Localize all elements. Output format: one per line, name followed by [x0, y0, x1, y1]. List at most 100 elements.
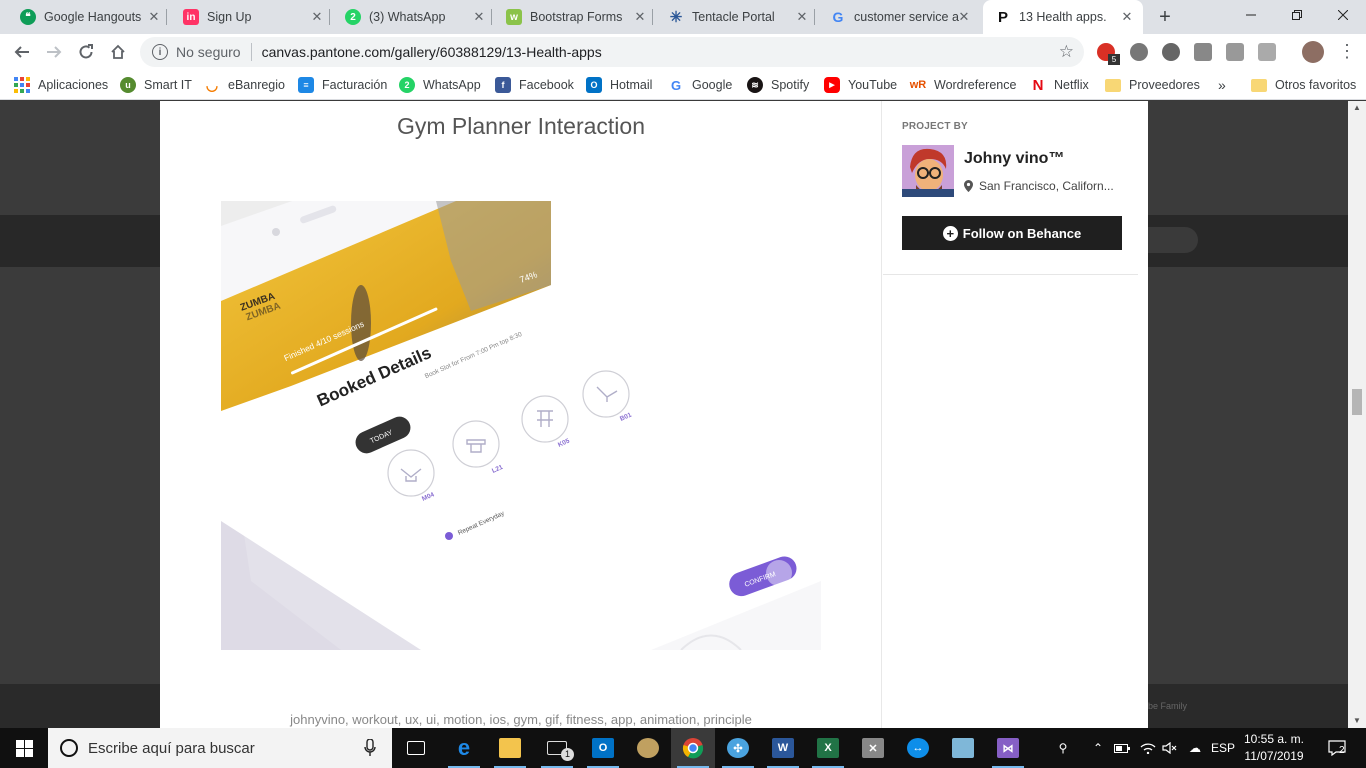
tab-google-hangouts[interactable]: ❝ Google Hangouts ✕	[0, 0, 167, 34]
scroll-up-arrow-icon[interactable]: ▲	[1348, 101, 1366, 115]
bookmark-smart-it[interactable]: u Smart IT	[120, 76, 192, 94]
bookmark-proveedores[interactable]: Proveedores	[1105, 76, 1200, 94]
mail-badge: 1	[561, 748, 574, 761]
owner-name[interactable]: Johny vino™	[964, 150, 1064, 168]
wifi-icon[interactable]	[1138, 728, 1158, 768]
excel-icon: X	[817, 738, 839, 758]
tab-sign-up[interactable]: in Sign Up ✕	[163, 0, 330, 34]
taskbar-file-explorer[interactable]	[488, 728, 532, 768]
taskbar-app[interactable]: ✣	[716, 728, 760, 768]
home-icon	[111, 44, 125, 59]
reload-button[interactable]	[74, 40, 98, 64]
taskbar-outlook[interactable]: O	[581, 728, 625, 768]
extension-icon[interactable]	[1130, 43, 1148, 61]
taskbar-visual-studio[interactable]: ⋈	[986, 728, 1030, 768]
tab-bootstrap-forms[interactable]: w Bootstrap Forms ✕	[486, 0, 653, 34]
taskbar-tools[interactable]: ✕	[851, 728, 895, 768]
location-text: San Francisco, Californ...	[979, 179, 1114, 193]
outlook-icon: O	[592, 738, 614, 758]
close-tab-icon[interactable]: ✕	[1119, 9, 1135, 25]
new-tab-button[interactable]: +	[1155, 6, 1175, 28]
extension-icon[interactable]	[1226, 43, 1244, 61]
bookmark-whatsapp[interactable]: 2 WhatsApp	[399, 76, 481, 94]
project-tags[interactable]: johnyvino, workout, ux, ui, motion, ios,…	[160, 712, 882, 727]
taskbar-mail[interactable]: 1	[535, 728, 579, 768]
follow-on-behance-button[interactable]: + Follow on Behance	[902, 216, 1122, 250]
people-icon[interactable]: ⚲	[1052, 728, 1074, 768]
bookmark-label: Proveedores	[1129, 78, 1200, 92]
taskbar-excel[interactable]: X	[806, 728, 850, 768]
project-by-label: PROJECT BY	[902, 121, 968, 132]
address-bar[interactable]: i No seguro canvas.pantone.com/gallery/6…	[140, 37, 1084, 67]
language-indicator[interactable]: ESP	[1210, 728, 1236, 768]
bookmark-label: Otros favoritos	[1275, 78, 1357, 92]
info-icon[interactable]: i	[152, 44, 168, 60]
extension-icon[interactable]	[1194, 43, 1212, 61]
back-button[interactable]	[10, 40, 34, 64]
close-tab-icon[interactable]: ✕	[471, 9, 487, 25]
system-clock[interactable]: 10:55 a. m. 11/07/2019	[1240, 731, 1308, 765]
start-button[interactable]	[0, 728, 48, 768]
bookmark-wordreference[interactable]: wR Wordreference	[910, 76, 1017, 94]
other-bookmarks[interactable]: Otros favoritos	[1251, 76, 1356, 94]
battery-icon[interactable]	[1112, 728, 1132, 768]
tab-tentacle-portal[interactable]: ✳ Tentacle Portal ✕	[648, 0, 815, 34]
bookmark-aplicaciones[interactable]: Aplicaciones	[14, 76, 108, 94]
extension-icon[interactable]	[1258, 43, 1276, 61]
bookmark-hotmail[interactable]: O Hotmail	[586, 76, 652, 94]
action-center-button[interactable]: 2	[1322, 728, 1352, 768]
forward-button[interactable]	[42, 40, 66, 64]
taskbar-search[interactable]: Escribe aquí para buscar	[48, 728, 392, 768]
tab-customer-service[interactable]: G customer service a ✕	[810, 0, 976, 34]
close-window-button[interactable]	[1320, 0, 1366, 30]
profile-avatar[interactable]	[1302, 41, 1324, 63]
taskbar-word[interactable]: W	[761, 728, 805, 768]
bookmark-ebanregio[interactable]: ◡ eBanregio	[204, 76, 285, 94]
bookmark-facebook[interactable]: f Facebook	[495, 76, 574, 94]
close-tab-icon[interactable]: ✕	[956, 9, 972, 25]
task-view-button[interactable]	[394, 728, 438, 768]
scroll-down-arrow-icon[interactable]: ▼	[1348, 714, 1366, 728]
bookmark-star-icon[interactable]: ☆	[1059, 42, 1074, 62]
restore-button[interactable]	[1274, 0, 1320, 30]
tab-13-health-apps[interactable]: P 13 Health apps. ✕	[983, 0, 1143, 34]
project-title: Gym Planner Interaction	[396, 113, 645, 139]
close-tab-icon[interactable]: ✕	[794, 9, 810, 25]
tab-whatsapp[interactable]: 2 (3) WhatsApp ✕	[325, 0, 492, 34]
hangouts-icon: ❝	[20, 9, 36, 25]
close-tab-icon[interactable]: ✕	[146, 9, 162, 25]
follow-label: Follow on Behance	[962, 225, 1082, 241]
menu-icon[interactable]: ⋮	[1338, 42, 1356, 60]
browser-toolbar: i No seguro canvas.pantone.com/gallery/6…	[0, 34, 1366, 70]
taskbar-edge[interactable]: e	[442, 728, 486, 768]
file-explorer-icon	[499, 738, 521, 758]
project-content: Gym Planner Interaction ZUMBA ZUMBA 74% …	[160, 101, 882, 728]
bookmark-spotify[interactable]: ≋ Spotify	[747, 76, 809, 94]
vertical-scrollbar[interactable]: ▲ ▼	[1348, 101, 1366, 728]
bookmark-google[interactable]: G Google	[668, 76, 732, 94]
extension-icon[interactable]	[1162, 43, 1180, 61]
onedrive-icon[interactable]: ☁	[1184, 728, 1206, 768]
taskbar-paint[interactable]	[626, 728, 670, 768]
taskbar-teamviewer[interactable]: ↔	[896, 728, 940, 768]
tools-icon: ✕	[862, 738, 884, 758]
invision-icon: in	[183, 9, 199, 25]
bookmark-label: Google	[692, 78, 733, 92]
taskbar-chrome[interactable]	[671, 728, 715, 768]
scrollbar-thumb[interactable]	[1352, 389, 1362, 415]
bookmark-youtube[interactable]: ▶ YouTube	[824, 76, 897, 94]
close-tab-icon[interactable]: ✕	[309, 9, 325, 25]
url-text[interactable]: canvas.pantone.com/gallery/60388129/13-H…	[262, 44, 602, 60]
chevron-up-icon[interactable]: ⌃	[1090, 728, 1106, 768]
more-bookmarks-button[interactable]: »	[1218, 76, 1226, 94]
close-tab-icon[interactable]: ✕	[632, 9, 648, 25]
bookmark-netflix[interactable]: N Netflix	[1030, 76, 1089, 94]
owner-avatar[interactable]	[902, 145, 954, 197]
avatar-illustration	[902, 145, 954, 197]
taskbar-notes[interactable]	[941, 728, 985, 768]
app-icon: ✣	[727, 738, 749, 758]
bookmark-facturacion[interactable]: ≡ Facturación	[298, 76, 387, 94]
volume-muted-icon[interactable]	[1160, 728, 1180, 768]
home-button[interactable]	[106, 40, 130, 64]
minimize-button[interactable]	[1228, 0, 1274, 30]
